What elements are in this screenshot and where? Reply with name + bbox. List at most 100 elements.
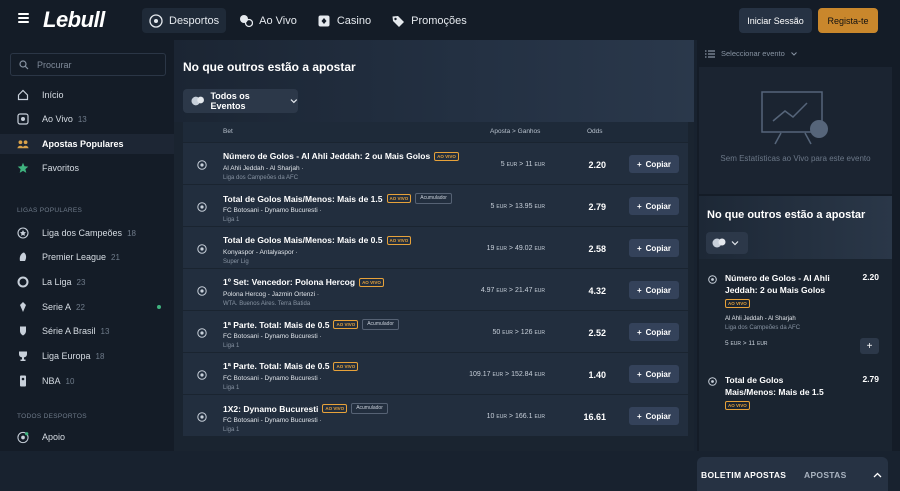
live-badge: AO VIVO [333,361,359,371]
copy-button[interactable]: + Copiar [629,239,679,257]
sidebar-item-inicio[interactable]: Início [0,85,174,105]
table-header: Bet Aposta > Ganhos Odds [183,122,688,142]
nav-label: Desportos [169,14,220,27]
sidebar-league-premier[interactable]: Premier League 21 [0,247,174,267]
sidebar-league-europa[interactable]: Liga Europa 18 [0,346,174,366]
live-icon [240,14,254,27]
soccer-ball-icon [197,286,207,296]
search-icon [19,59,29,69]
register-button[interactable]: Regista-te [818,8,878,33]
panel-bet-item: Número de Golos - Al Ahli Jeddah: 2 ou M… [699,272,892,354]
league-count: 13 [100,326,110,336]
soccer-ball-icon [708,377,717,386]
sidebar-league-nba[interactable]: NBA 10 [0,371,174,391]
sidebar-item-label: Favoritos [42,163,80,173]
table-row: 1ª Parte. Total: Mais de 0.5 AO VIVO Acumu… [183,310,688,352]
live-icon [17,113,29,125]
betslip-bar[interactable]: BOLETIM APOSTAS APOSTAS [697,457,888,491]
event-filter-dropdown[interactable]: Todos os Eventos [183,89,298,113]
sidebar-league-serie-a-brasil[interactable]: Série A Brasil 13 [0,321,174,341]
sidebar-item-ao-vivo[interactable]: Ao Vivo 13 [0,109,174,129]
copy-button[interactable]: + Copiar [629,365,679,383]
casino-icon [318,15,330,26]
search-box[interactable] [10,53,166,76]
people-icon [17,138,29,150]
copy-button[interactable]: + Copiar [629,407,679,425]
right-panel: Seleccionar evento Sem Estatísticas ao V… [697,40,900,491]
plus-icon: + [636,201,642,211]
bet-odds: 2.79 [588,202,606,212]
nav-casino[interactable]: Casino [310,8,378,33]
live-indicator-dot [157,305,161,309]
login-button[interactable]: Iniciar Sessão [739,8,812,33]
sidebar-item-apostas-populares[interactable]: Apostas Populares [0,134,174,154]
select-event-label: Seleccionar evento [721,49,785,58]
plus-icon: + [636,411,642,421]
column-stake: Aposta > Ganhos [490,128,541,135]
copy-button[interactable]: + Copiar [629,323,679,341]
logo[interactable]: Lebull [43,7,105,33]
sidebar-league-serie-a[interactable]: Serie A 22 [0,297,174,317]
sidebar-item-favoritos[interactable]: Favoritos [0,158,174,178]
league-count: 18 [127,228,136,238]
copy-button[interactable]: + Copiar [629,197,679,215]
copy-label: Copiar [645,369,671,379]
league-label: La Liga [42,277,72,287]
nba-icon [17,375,29,387]
bet-teams: Polona Hercog - Jazmin Ortenzi · [223,291,320,298]
copy-label: Copiar [645,411,671,421]
live-badge: AO VIVO [386,235,412,245]
panel-bet-teams: Al Ahli Jeddah - Al Sharjah [725,316,796,322]
bet-stake: 5 EUR > 11 EUR [500,161,545,168]
nav-ao-vivo[interactable]: Ao Vivo [232,8,304,33]
sidebar-league-champions[interactable]: Liga dos Campeões 18 [0,223,174,243]
bets-table: Bet Aposta > Ganhos Odds Número de Golos… [183,122,688,436]
my-bets-tab[interactable]: APOSTAS [804,470,847,480]
bet-title: Total de Golos Mais/Menos: Mais de 0.5 AO… [223,235,412,245]
bet-teams: FC Botosani - Dynamo Bucuresti · [223,417,322,424]
panel-add-button[interactable]: + [860,338,879,354]
panel-bet-stake: 5 EUR > 11 EUR [725,340,768,347]
main-nav: Desportos Ao Vivo Casino Promoções [142,8,474,33]
nav-desportos[interactable]: Desportos [142,8,227,33]
bet-teams: Al Ahli Jeddah - Al Sharjah · [223,165,304,172]
betslip-tab[interactable]: BOLETIM APOSTAS [701,470,786,480]
home-icon [17,89,29,101]
menu-icon[interactable] [18,13,29,23]
sidebar-item-apoio[interactable]: Apoio [0,427,174,447]
plus-icon: + [636,327,642,337]
sidebar-league-laliga[interactable]: La Liga 23 [0,272,174,292]
section-title-all-sports: TODOS DESPORTOS [17,413,87,420]
bet-odds: 16.61 [583,412,606,422]
bet-league: Liga 1 [223,427,240,433]
bet-teams: FC Botosani - Dynamo Bucuresti · [223,333,322,340]
copy-button[interactable]: + Copiar [629,281,679,299]
panel-filter-dropdown[interactable] [706,232,748,254]
search-input[interactable] [37,59,147,70]
bet-odds: 2.58 [588,244,606,254]
live-badge: AO VIVO [725,299,750,308]
live-badge: AO VIVO [386,194,412,203]
panel-bet-title: Número de Golos - Al Ahli Jeddah: 2 ou M… [725,273,830,308]
league-label: NBA [42,376,61,386]
panel-bet-odds: 2.20 [862,272,879,282]
table-row: Total de Golos Mais/Menos: Mais de 0.5 AO… [183,226,688,268]
nav-label: Casino [336,14,372,27]
panel-bet-odds: 2.79 [862,374,879,384]
bet-title: 1º Set: Vencedor: Polona Hercog AO VIVO [223,277,384,287]
bet-teams: Konyaspor - Antalyaspor · [223,249,298,256]
bet-league: Liga 1 [223,385,240,391]
sidebar-item-label: Início [42,90,64,100]
league-label: Liga Europa [42,351,91,361]
nav-promocoes[interactable]: Promoções [384,8,474,33]
panel-bet-league: Liga dos Campeões da AFC [725,325,801,331]
select-event-dropdown[interactable]: Seleccionar evento [705,49,797,58]
bet-odds: 4.32 [588,286,606,296]
copy-button[interactable]: + Copiar [629,155,679,173]
soccer-ball-icon [149,13,163,28]
accumulator-badge: Acumulador [415,193,452,204]
chart-board-icon [761,91,828,145]
chevron-up-icon[interactable] [873,472,882,478]
bet-odds: 2.52 [588,328,606,338]
bet-league: Liga 1 [223,343,240,349]
